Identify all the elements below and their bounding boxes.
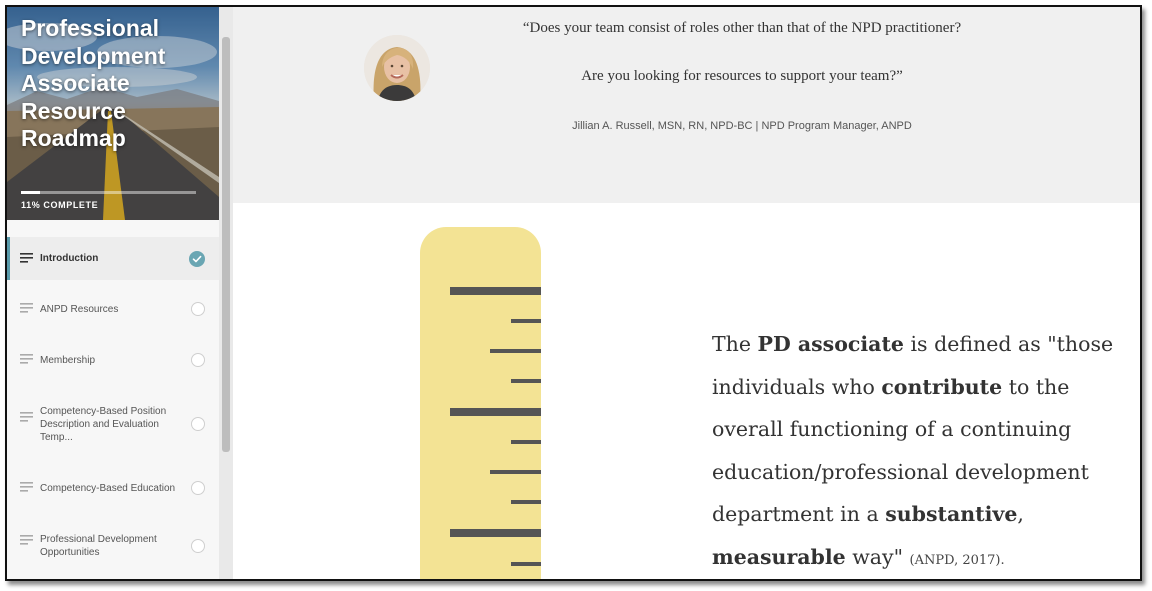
sidebar-item-label: Competency-Based Education (40, 482, 176, 494)
lesson-content: “Does your team consist of roles other t… (233, 7, 1140, 579)
check-icon (189, 250, 205, 267)
sidebar-item-label: Membership (40, 354, 96, 366)
lines-icon (20, 532, 33, 550)
sidebar-item-pd-opportunities[interactable]: Professional Development Opportunities (7, 510, 219, 579)
lines-icon (20, 300, 33, 318)
quote-text: “Does your team consist of roles other t… (478, 16, 1006, 88)
sidebar-item-label: Professional Development Opportunities (40, 534, 157, 558)
quote-line-1: “Does your team consist of roles other t… (522, 20, 962, 36)
sidebar-scrollbar[interactable] (219, 7, 233, 579)
definition-text: way" (845, 544, 910, 569)
empty-circle-icon (191, 417, 205, 431)
sidebar-item-introduction[interactable]: Introduction (7, 237, 219, 280)
progress-bar-fill (21, 191, 41, 194)
definition-bold-term: contribute (881, 374, 1003, 399)
sidebar-item-membership[interactable]: Membership (7, 338, 219, 382)
sidebar-item-competency-position[interactable]: Competency-Based Position Description an… (7, 382, 219, 466)
lines-icon (20, 351, 33, 369)
progress-bar (21, 191, 196, 194)
definition-section: The PD associate is defined as "those in… (233, 203, 1140, 579)
definition-bold-term: measurable (712, 544, 846, 569)
quote-section: “Does your team consist of roles other t… (233, 7, 1140, 203)
app-window: Professional Development Associate Resou… (5, 5, 1142, 581)
sidebar-item-anpd-resources[interactable]: ANPD Resources (7, 280, 219, 338)
definition-text: The (712, 332, 758, 356)
course-sidebar: Professional Development Associate Resou… (7, 7, 219, 579)
scrollbar-thumb[interactable] (222, 37, 230, 452)
empty-circle-icon (191, 302, 205, 316)
empty-circle-icon (191, 481, 205, 495)
lines-icon (20, 409, 33, 427)
empty-circle-icon (191, 353, 205, 367)
sidebar-item-label: ANPD Resources (40, 303, 119, 315)
definition-bold-term: PD associate (757, 332, 904, 356)
course-title: Professional Development Associate Resou… (21, 15, 166, 151)
author-avatar (364, 35, 430, 101)
lines-icon (20, 250, 33, 268)
quote-attribution: Jillian A. Russell, MSN, RN, NPD-BC | NP… (572, 120, 912, 132)
definition-text: , (1017, 502, 1024, 526)
lines-icon (20, 479, 33, 497)
ruler-graphic (420, 227, 541, 579)
sidebar-item-competency-education[interactable]: Competency-Based Education (7, 466, 219, 510)
quote-line-2: Are you looking for resources to support… (581, 68, 903, 84)
lesson-list: Introduction ANPD Resources Membership C… (7, 237, 219, 579)
sidebar-item-label: Introduction (40, 253, 99, 264)
empty-circle-icon (191, 539, 205, 553)
definition-bold-term: substantive (885, 502, 1018, 526)
pd-associate-definition: The PD associate is defined as "those in… (712, 323, 1122, 579)
definition-citation: (ANPD, 2017). (909, 552, 1005, 568)
progress-label: 11% COMPLETE (21, 200, 99, 210)
sidebar-item-label: Competency-Based Position Description an… (40, 405, 167, 443)
course-hero: Professional Development Associate Resou… (7, 7, 219, 220)
